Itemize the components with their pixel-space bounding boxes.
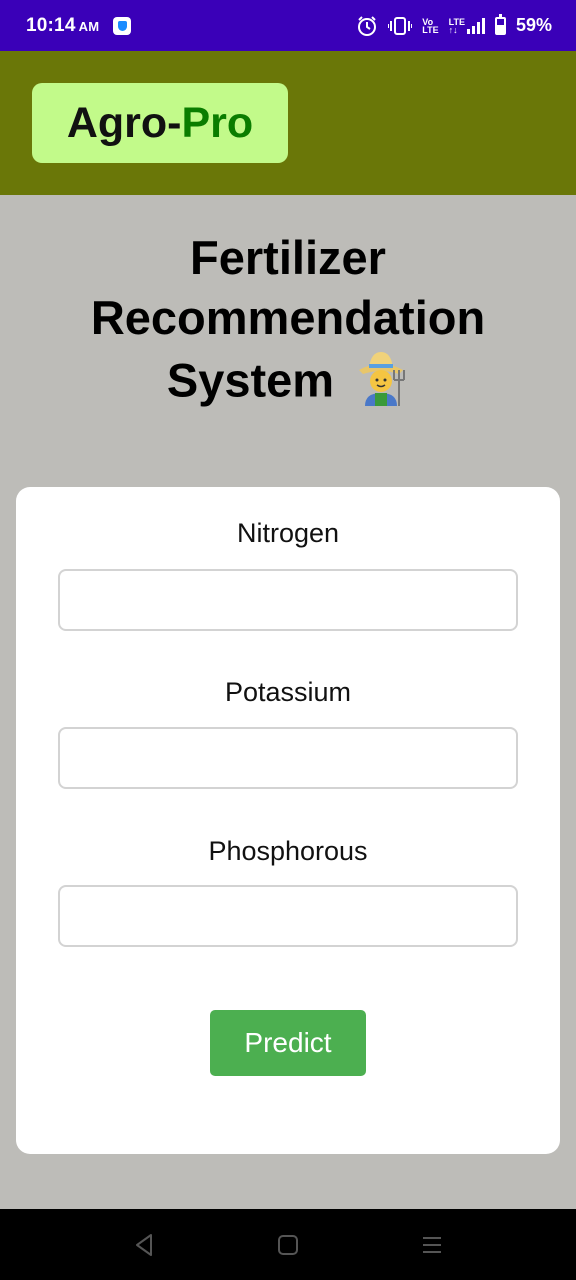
phosphorous-label: Phosphorous: [208, 836, 368, 866]
nitrogen-label: Nitrogen: [236, 518, 340, 548]
battery-percent: 59%: [515, 15, 552, 35]
clock: 10:14 AM: [26, 15, 99, 37]
clock-time: 10:14: [26, 14, 76, 36]
potassium-input[interactable]: [58, 727, 518, 789]
nitrogen-input[interactable]: [58, 569, 518, 631]
farmer-emoji-icon: [353, 348, 409, 420]
system-nav-bar: [0, 1209, 576, 1280]
recents-icon[interactable]: [415, 1228, 449, 1262]
phosphorous-input[interactable]: [58, 885, 518, 947]
volte-icon: Vo LTE: [422, 16, 439, 35]
status-bar: 10:14 AM Vo LTE LTE ↑↓ 59%: [0, 0, 576, 51]
page-title-line3-text: System: [166, 353, 335, 407]
logo-text-part2: Pro: [181, 98, 254, 147]
potassium-label: Potassium: [224, 677, 352, 707]
page-title-line2: Recommendation: [90, 291, 486, 344]
status-left: 10:14 AM: [26, 15, 132, 37]
logo-text-part1: Agro-: [66, 98, 182, 147]
lte-signal-icon: LTE ↑↓: [449, 17, 485, 34]
predict-button[interactable]: Predict: [210, 1010, 366, 1076]
app-header: Agro- Pro: [0, 51, 576, 195]
vpn-icon: [113, 16, 132, 35]
form-card: Nitrogen Potassium Phosphorous Predict: [16, 487, 560, 1154]
page-title: Fertilizer Recommendation System: [0, 228, 576, 420]
page-title-line1: Fertilizer: [190, 231, 386, 284]
back-icon[interactable]: [127, 1228, 161, 1262]
status-right: Vo LTE LTE ↑↓ 59%: [356, 13, 552, 37]
vibrate-icon: [388, 16, 413, 36]
app-logo[interactable]: Agro- Pro: [32, 83, 288, 163]
battery-icon: [494, 13, 506, 35]
page-title-line3: System: [0, 348, 576, 420]
home-icon[interactable]: [271, 1228, 305, 1262]
alarm-icon: [356, 15, 378, 37]
clock-ampm: AM: [78, 18, 100, 34]
